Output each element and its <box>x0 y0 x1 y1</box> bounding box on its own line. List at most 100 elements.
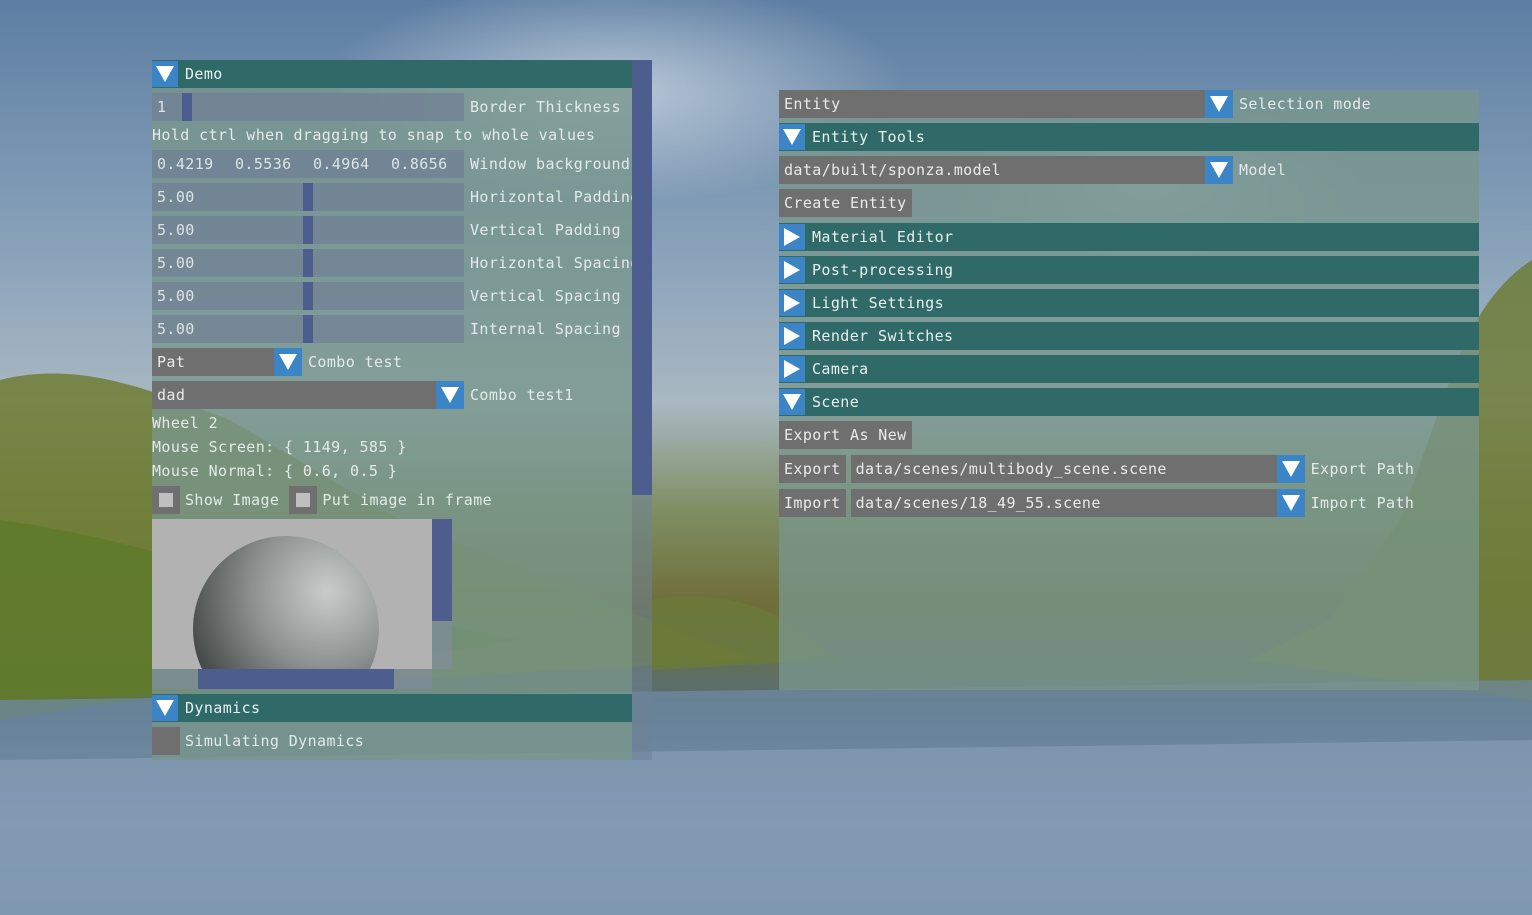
slider-label: Internal Spacing <box>470 320 621 338</box>
slider-grab[interactable] <box>303 183 313 211</box>
export-path-dropdown-icon[interactable] <box>1276 455 1305 483</box>
combo-test1-select[interactable]: dad <box>152 381 436 409</box>
model-value: data/built/sponza.model <box>784 161 1001 179</box>
horizontal-padding-slider[interactable]: 5.00 <box>152 183 464 211</box>
export-button[interactable]: Export <box>779 455 846 483</box>
model-select[interactable]: data/built/sponza.model <box>779 156 1205 184</box>
expand-arrow-icon[interactable] <box>779 323 805 349</box>
bg-g[interactable]: 0.5536 <box>235 155 313 173</box>
bg-a[interactable]: 0.8656 <box>391 155 463 173</box>
scrollbar-thumb[interactable] <box>198 669 394 689</box>
slider-value: 5.00 <box>157 188 195 206</box>
demo-header[interactable]: Demo <box>152 60 632 88</box>
combo-test-label: Combo test <box>308 353 403 371</box>
horizontal-spacing-slider[interactable]: 5.00 <box>152 249 464 277</box>
selection-mode-select[interactable]: Entity <box>779 90 1205 118</box>
export-path-select[interactable]: data/scenes/multibody_scene.scene <box>850 455 1277 483</box>
show-image-checkbox[interactable] <box>152 486 180 514</box>
slider-value: 5.00 <box>157 287 195 305</box>
slider-label: Vertical Padding <box>470 221 621 239</box>
combo-test1-label: Combo test1 <box>470 386 574 404</box>
collapse-arrow-icon[interactable] <box>779 124 805 150</box>
entity-tools-title: Entity Tools <box>812 128 926 146</box>
put-image-in-frame-checkbox[interactable] <box>289 486 318 514</box>
show-image-label: Show Image <box>185 491 280 509</box>
section-title: Camera <box>812 360 869 378</box>
section-title: Post-processing <box>812 261 954 279</box>
preview-image <box>152 519 432 669</box>
entity-tools-header[interactable]: Entity Tools <box>779 123 1479 151</box>
slider-grab[interactable] <box>303 282 313 310</box>
slider-value: 5.00 <box>157 254 195 272</box>
scene-header[interactable]: Scene <box>779 388 1479 416</box>
section-title: Light Settings <box>812 294 945 312</box>
expand-arrow-icon[interactable] <box>779 257 805 283</box>
border-thickness-label: Border Thickness <box>470 98 621 116</box>
vertical-padding-slider[interactable]: 5.00 <box>152 216 464 244</box>
import-path-label: Import Path <box>1310 494 1415 512</box>
slider-label: Vertical Spacing <box>470 287 621 305</box>
selection-mode-value: Entity <box>784 95 841 113</box>
combo-test-dropdown-icon[interactable] <box>274 348 302 376</box>
import-path-dropdown-icon[interactable] <box>1276 489 1305 517</box>
import-button[interactable]: Import <box>779 489 846 517</box>
combo-test-select[interactable]: Pat <box>152 348 274 376</box>
render-switches-header[interactable]: Render Switches <box>779 322 1479 350</box>
slider-grab[interactable] <box>303 249 313 277</box>
put-image-in-frame-label: Put image in frame <box>322 491 493 509</box>
post-processing-header[interactable]: Post-processing <box>779 256 1479 284</box>
selection-mode-dropdown-icon[interactable] <box>1205 90 1233 118</box>
slider-grab[interactable] <box>303 216 313 244</box>
image-vertical-scrollbar[interactable] <box>432 519 452 669</box>
collapse-arrow-icon[interactable] <box>152 695 178 721</box>
material-editor-header[interactable]: Material Editor <box>779 223 1479 251</box>
image-horizontal-scrollbar[interactable] <box>152 669 432 689</box>
import-path-value: data/scenes/18_49_55.scene <box>855 494 1101 512</box>
demo-title: Demo <box>185 65 223 83</box>
vertical-spacing-slider[interactable]: 5.00 <box>152 282 464 310</box>
bg-b[interactable]: 0.4964 <box>313 155 391 173</box>
export-as-new-button[interactable]: Export As New <box>779 421 912 449</box>
dynamics-header[interactable]: Dynamics <box>152 694 632 722</box>
demo-window: Demo 1 Border Thickness Hold ctrl when d… <box>152 60 639 760</box>
demo-window-scrollbar[interactable] <box>632 60 652 760</box>
light-settings-header[interactable]: Light Settings <box>779 289 1479 317</box>
combo-test-value: Pat <box>157 353 186 371</box>
mouse-screen-text: Mouse Screen: { 1149, 585 } <box>152 438 407 456</box>
expand-arrow-icon[interactable] <box>779 224 805 250</box>
window-background-input[interactable]: 0.4219 0.5536 0.4964 0.8656 <box>152 150 464 178</box>
dynamics-title: Dynamics <box>185 699 261 717</box>
slider-grab[interactable] <box>182 93 192 121</box>
simulating-dynamics-checkbox[interactable] <box>152 727 180 755</box>
create-entity-button[interactable]: Create Entity <box>779 189 912 217</box>
collapse-arrow-icon[interactable] <box>779 389 805 415</box>
expand-arrow-icon[interactable] <box>779 356 805 382</box>
entity-window: Entity Selection mode Entity Tools data/… <box>779 90 1479 690</box>
mouse-normal-text: Mouse Normal: { 0.6, 0.5 } <box>152 462 398 480</box>
section-title: Render Switches <box>812 327 954 345</box>
model-label: Model <box>1239 161 1287 179</box>
scene-title: Scene <box>812 393 860 411</box>
window-background-label: Window background <box>470 155 631 173</box>
scrollbar-thumb[interactable] <box>432 519 452 621</box>
model-dropdown-icon[interactable] <box>1205 156 1233 184</box>
section-title: Material Editor <box>812 228 954 246</box>
import-path-select[interactable]: data/scenes/18_49_55.scene <box>850 489 1277 517</box>
expand-arrow-icon[interactable] <box>779 290 805 316</box>
slider-grab[interactable] <box>303 315 313 343</box>
bg-r[interactable]: 0.4219 <box>157 155 235 173</box>
slider-label: Horizontal Spacing <box>470 254 640 272</box>
slider-value: 5.00 <box>157 221 195 239</box>
scrollbar-thumb[interactable] <box>632 60 652 495</box>
border-thickness-value: 1 <box>157 98 167 116</box>
camera-header[interactable]: Camera <box>779 355 1479 383</box>
combo-test1-value: dad <box>157 386 186 404</box>
collapse-arrow-icon[interactable] <box>152 61 178 87</box>
border-thickness-slider[interactable]: 1 <box>152 93 464 121</box>
internal-spacing-slider[interactable]: 5.00 <box>152 315 464 343</box>
export-path-label: Export Path <box>1310 460 1415 478</box>
slider-label: Horizontal Padding <box>470 188 640 206</box>
combo-test1-dropdown-icon[interactable] <box>436 381 464 409</box>
slider-value: 5.00 <box>157 320 195 338</box>
wheel-text: Wheel 2 <box>152 414 219 432</box>
